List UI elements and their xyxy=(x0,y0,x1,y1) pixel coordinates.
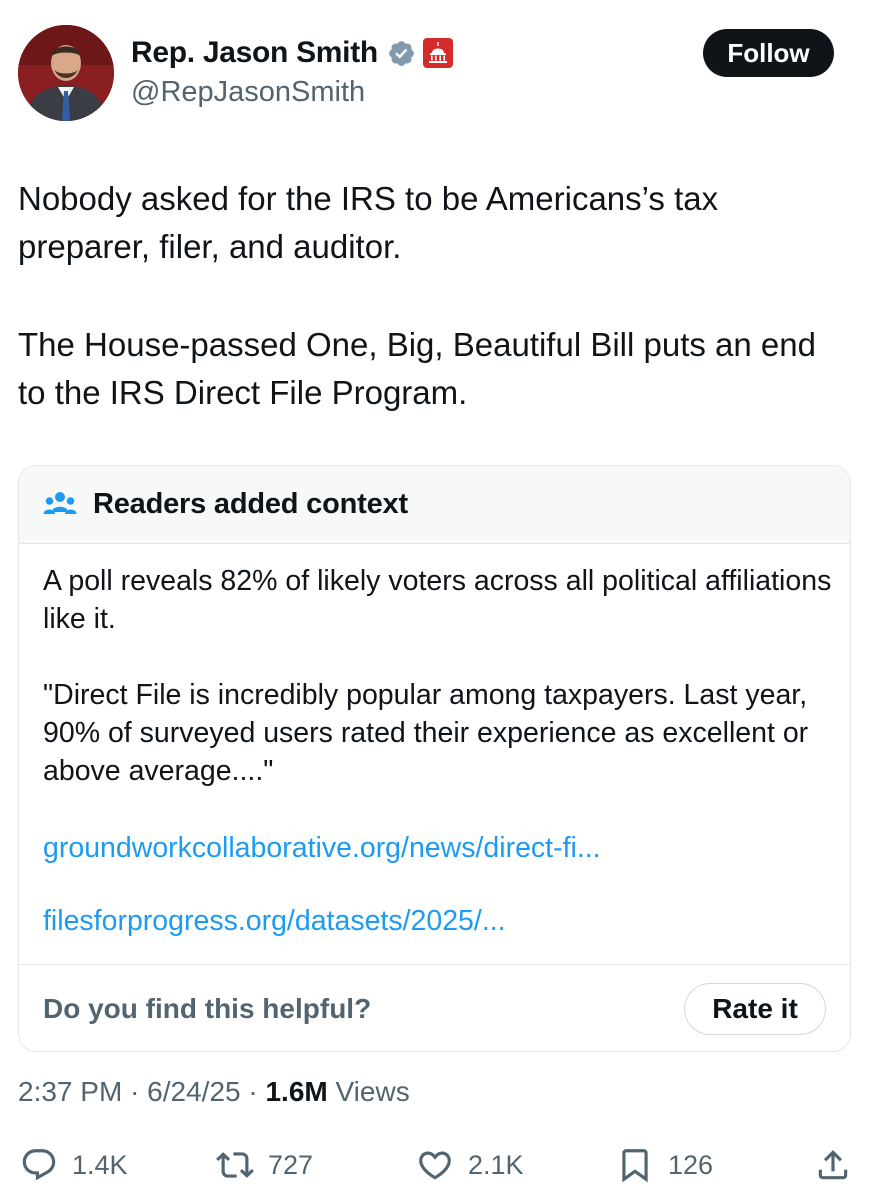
share-icon xyxy=(818,1150,848,1180)
tweet-date[interactable]: 6/24/25 xyxy=(147,1076,240,1107)
reply-button[interactable]: 1.4K xyxy=(20,1140,128,1190)
note-header: Readers added context xyxy=(19,466,850,544)
tweet-paragraph: The House-passed One, Big, Beautiful Bil… xyxy=(18,326,816,411)
handle[interactable]: @RepJasonSmith xyxy=(131,76,365,109)
verified-badge-icon[interactable] xyxy=(387,39,416,68)
share-button[interactable] xyxy=(814,1140,852,1190)
bookmark-count: 126 xyxy=(668,1149,714,1180)
action-bar: 1.4K 727 2.1K 126 xyxy=(0,1140,869,1190)
views-label: Views xyxy=(335,1076,410,1107)
source-link[interactable]: groundworkcollaborative.org/news/direct-… xyxy=(43,832,601,865)
helpful-question: Do you find this helpful? xyxy=(43,993,372,1024)
heart-icon xyxy=(419,1151,451,1180)
bookmark-button[interactable]: 126 xyxy=(616,1140,713,1190)
views-count: 1.6M xyxy=(265,1076,328,1107)
rate-it-button[interactable]: Rate it xyxy=(684,983,826,1035)
note-paragraph: A poll reveals 82% of likely voters acro… xyxy=(43,565,832,635)
people-icon xyxy=(43,491,77,514)
meta-separator: · xyxy=(248,1076,258,1107)
like-button[interactable]: 2.1K xyxy=(416,1140,524,1190)
meta-separator: · xyxy=(130,1076,140,1107)
note-quote: "Direct File is incredibly popular among… xyxy=(43,679,809,787)
capitol-dome-icon[interactable] xyxy=(422,37,454,69)
note-body: A poll reveals 82% of likely voters acro… xyxy=(43,562,833,790)
source-link[interactable]: filesforprogress.org/datasets/2025/... xyxy=(43,905,506,938)
tweet-text: Nobody asked for the IRS to be Americans… xyxy=(18,175,848,417)
tweet-paragraph: Nobody asked for the IRS to be Americans… xyxy=(18,180,719,265)
follow-button[interactable]: Follow xyxy=(703,29,834,77)
bookmark-icon xyxy=(622,1149,648,1183)
community-note: Readers added context A poll reveals 82%… xyxy=(18,465,851,1052)
display-name[interactable]: Rep. Jason Smith xyxy=(131,36,378,70)
like-count: 2.1K xyxy=(468,1149,524,1180)
repost-button[interactable]: 727 xyxy=(216,1140,313,1190)
tweet-time[interactable]: 2:37 PM xyxy=(18,1076,122,1107)
repost-icon xyxy=(216,1152,254,1178)
reply-icon xyxy=(22,1149,56,1181)
profile-photo xyxy=(18,25,114,121)
repost-count: 727 xyxy=(268,1149,314,1180)
note-footer: Do you find this helpful? Rate it xyxy=(19,964,850,1051)
note-title: Readers added context xyxy=(93,488,408,520)
tweet-meta: 2:37 PM · 6/24/25 · 1.6M Views xyxy=(18,1076,410,1108)
avatar[interactable] xyxy=(18,25,114,121)
reply-count: 1.4K xyxy=(72,1149,128,1180)
